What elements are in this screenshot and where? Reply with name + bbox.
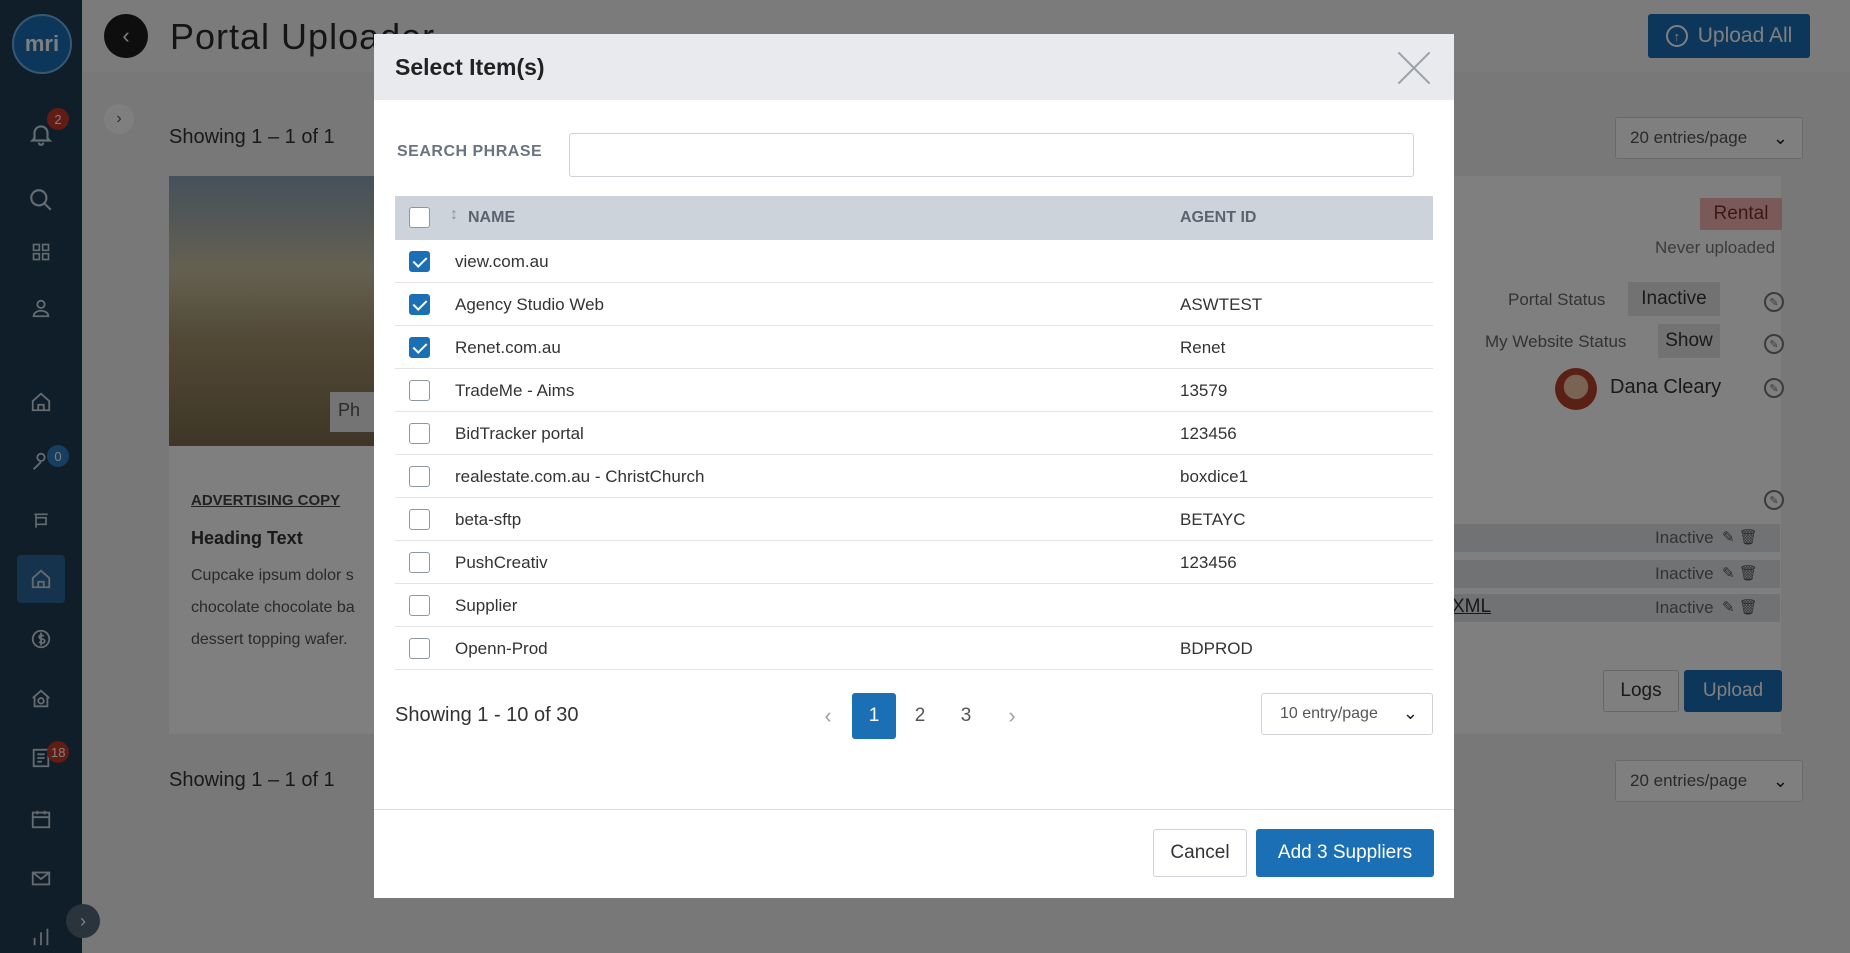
table-row[interactable]: realestate.com.au - ChristChurch boxdice1: [395, 455, 1433, 498]
row-name: Renet.com.au: [455, 338, 561, 357]
row-checkbox[interactable]: [409, 337, 430, 358]
row-name: realestate.com.au - ChristChurch: [455, 467, 705, 486]
row-checkbox[interactable]: [409, 509, 430, 530]
page-button-2[interactable]: 2: [898, 693, 942, 739]
row-agent-id: BDPROD: [1180, 639, 1253, 658]
search-input[interactable]: [569, 133, 1414, 177]
modal-header: Select Item(s): [374, 34, 1454, 100]
cancel-button[interactable]: Cancel: [1153, 829, 1247, 877]
page-button-3[interactable]: 3: [944, 693, 988, 739]
search-phrase-label: SEARCH PHRASE: [397, 143, 543, 160]
table-row[interactable]: Openn-Prod BDPROD: [395, 627, 1433, 670]
add-suppliers-button[interactable]: Add 3 Suppliers: [1256, 829, 1434, 877]
entry-per-page-select[interactable]: 10 entry/page ⌄: [1261, 693, 1433, 735]
chevron-down-icon: ⌄: [1402, 703, 1418, 723]
row-checkbox[interactable]: [409, 423, 430, 444]
table-row[interactable]: TradeMe - Aims 13579: [395, 369, 1433, 412]
row-agent-id: 13579: [1180, 381, 1228, 400]
row-checkbox[interactable]: [409, 638, 430, 659]
row-name: Supplier: [455, 596, 518, 615]
suppliers-table: ↕ NAME AGENT ID view.com.au Agency Studio…: [395, 196, 1433, 670]
entry-per-page-label: 10 entry/page: [1280, 705, 1378, 722]
column-header-agent-id: AGENT ID: [1180, 209, 1257, 226]
row-name: Agency Studio Web: [455, 295, 604, 314]
table-row[interactable]: beta-sftp BETAYC: [395, 498, 1433, 541]
prev-page-icon[interactable]: ‹: [806, 693, 850, 739]
row-checkbox[interactable]: [409, 466, 430, 487]
row-checkbox[interactable]: [409, 552, 430, 573]
row-name: beta-sftp: [455, 510, 522, 529]
row-agent-id: boxdice1: [1180, 467, 1249, 486]
row-checkbox[interactable]: [409, 380, 430, 401]
footer-divider: [374, 809, 1454, 810]
row-agent-id: 123456: [1180, 553, 1237, 572]
row-agent-id: BETAYC: [1180, 510, 1246, 529]
row-agent-id: 123456: [1180, 424, 1237, 443]
row-name: view.com.au: [455, 252, 549, 271]
sort-icon[interactable]: ↕: [450, 206, 462, 224]
table-row[interactable]: BidTracker portal 123456: [395, 412, 1433, 455]
row-checkbox[interactable]: [409, 251, 430, 272]
table-row[interactable]: Agency Studio Web ASWTEST: [395, 283, 1433, 326]
table-row[interactable]: Supplier: [395, 584, 1433, 627]
select-items-modal: Select Item(s) SEARCH PHRASE ↕ NAME AGEN…: [374, 34, 1454, 898]
table-row[interactable]: Renet.com.au Renet: [395, 326, 1433, 369]
row-agent-id: Renet: [1180, 338, 1226, 357]
table-header: ↕ NAME AGENT ID: [395, 196, 1433, 240]
page-button-1[interactable]: 1: [852, 693, 896, 739]
row-checkbox[interactable]: [409, 595, 430, 616]
table-body: view.com.au Agency Studio Web ASWTEST Renet…: [395, 240, 1433, 670]
close-icon[interactable]: [1394, 46, 1434, 86]
column-header-name[interactable]: NAME: [468, 209, 515, 227]
modal-title: Select Item(s): [395, 54, 545, 80]
row-name: TradeMe - Aims: [455, 381, 575, 400]
row-name: Openn-Prod: [455, 639, 548, 658]
select-all-checkbox[interactable]: [409, 207, 430, 228]
modal-showing-count: Showing 1 - 10 of 30: [395, 704, 579, 726]
row-agent-id: ASWTEST: [1180, 295, 1263, 314]
table-row[interactable]: PushCreativ 123456: [395, 541, 1433, 584]
row-name: BidTracker portal: [455, 424, 584, 443]
row-checkbox[interactable]: [409, 294, 430, 315]
next-page-icon[interactable]: ›: [990, 693, 1034, 739]
table-row[interactable]: view.com.au: [395, 240, 1433, 283]
row-name: PushCreativ: [455, 553, 548, 572]
